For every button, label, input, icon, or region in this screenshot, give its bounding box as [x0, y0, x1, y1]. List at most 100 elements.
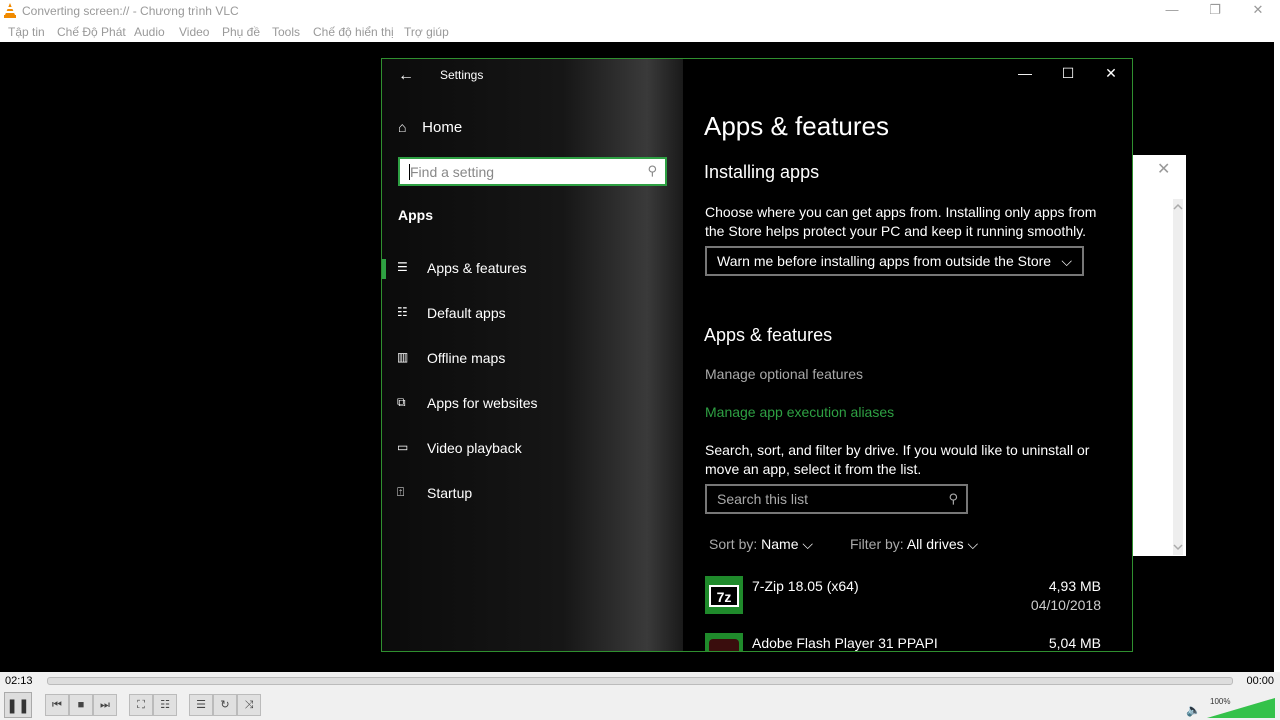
search-icon: ⚲	[948, 491, 958, 506]
settings-content: — ☐ ✕ Apps & features Installing apps Ch…	[683, 59, 1132, 651]
nav-item-default-apps[interactable]: ☷ Default apps	[382, 297, 683, 331]
nav-item-label: Video playback	[427, 440, 522, 456]
vlc-menu-bar: Tập tin Chế Độ Phát Audio Video Phụ đề T…	[0, 22, 1280, 42]
nav-item-offline-maps[interactable]: ▥ Offline maps	[382, 342, 683, 376]
nav-item-label: Apps & features	[427, 260, 527, 276]
nav-group-apps: Apps	[398, 207, 433, 223]
search-icon: ⚲	[647, 163, 657, 178]
previous-button[interactable]: ⏮	[45, 694, 69, 716]
shuffle-button[interactable]: ⤨	[237, 694, 261, 716]
startup-icon: ⍐	[397, 485, 405, 499]
sort-value: Name	[761, 536, 799, 552]
nav-home-label: Home	[422, 119, 463, 136]
video-icon: ▭	[397, 440, 409, 454]
list-icon: ☰	[397, 260, 408, 274]
filter-dropdown[interactable]: Filter by: All drives ⌵	[850, 536, 978, 553]
playlist-button[interactable]: ☰	[189, 694, 213, 716]
installing-apps-description: Choose where you can get apps from. Inst…	[705, 204, 1097, 239]
text-caret	[409, 164, 410, 180]
seek-bar[interactable]	[47, 677, 1233, 685]
menu-help[interactable]: Trợ giúp	[404, 25, 449, 39]
app-size: 4,93 MB	[1048, 578, 1101, 594]
app-size: 5,04 MB	[1048, 635, 1101, 651]
nav-item-label: Startup	[427, 485, 473, 501]
fullscreen-button[interactable]: ⛶	[129, 694, 153, 716]
find-setting-placeholder: Find a setting	[410, 164, 495, 180]
nav-item-startup[interactable]: ⍐ Startup	[382, 477, 683, 511]
list-description: Search, sort, and filter by drive. If yo…	[705, 442, 1090, 477]
manage-app-aliases-link[interactable]: Manage app execution aliases	[705, 404, 894, 420]
close-icon[interactable]: ✕	[1157, 159, 1170, 179]
website-icon: ⧉	[397, 395, 406, 409]
installing-apps-heading: Installing apps	[704, 162, 820, 182]
restore-button[interactable]: ❐	[1193, 0, 1237, 22]
vlc-cone-icon	[4, 3, 16, 18]
menu-tools[interactable]: Tools	[272, 25, 300, 39]
scrollbar[interactable]	[1172, 199, 1184, 555]
filter-value: All drives	[906, 536, 964, 552]
volume-percent: 100%	[1210, 697, 1231, 706]
filter-label: Filter by:	[850, 536, 904, 552]
chevron-down-icon: ⌵	[1061, 253, 1072, 269]
app-name: 7-Zip 18.05 (x64)	[752, 578, 859, 594]
settings-nav: ← Settings ⌂ Home Find a setting ⚲ Apps …	[382, 59, 683, 651]
close-button[interactable]: ✕	[1236, 0, 1280, 22]
app-list-item[interactable]: 7z 7-Zip 18.05 (x64) 4,93 MB 04/10/2018	[705, 576, 1105, 620]
settings-maximize-button[interactable]: ☐	[1053, 65, 1083, 82]
chevron-down-icon: ⌵	[967, 536, 979, 552]
install-source-dropdown[interactable]: Warn me before installing apps from outs…	[705, 246, 1084, 276]
sort-label: Sort by:	[709, 536, 758, 552]
search-list-placeholder: Search this list	[717, 491, 809, 507]
nav-item-video-playback[interactable]: ▭ Video playback	[382, 432, 683, 466]
stop-button[interactable]: ■	[69, 694, 93, 716]
total-time: 00:00	[1246, 675, 1274, 687]
next-button[interactable]: ⏭	[93, 694, 117, 716]
video-edge	[1274, 42, 1280, 672]
nav-item-apps-websites[interactable]: ⧉ Apps for websites	[382, 387, 683, 421]
nav-item-label: Offline maps	[427, 350, 506, 366]
nav-item-label: Apps for websites	[427, 395, 538, 411]
side-panel: ✕	[1133, 155, 1186, 556]
search-list-input[interactable]: Search this list ⚲	[705, 484, 968, 514]
apps-features-heading: Apps & features	[704, 325, 833, 345]
settings-title: Settings	[440, 68, 484, 82]
loop-button[interactable]: ↻	[213, 694, 237, 716]
home-icon: ⌂	[398, 119, 407, 135]
pause-button[interactable]: ❚❚	[4, 692, 32, 718]
back-arrow-icon[interactable]: ←	[398, 67, 418, 85]
manage-optional-features-link[interactable]: Manage optional features	[705, 366, 863, 382]
settings-close-button[interactable]: ✕	[1096, 65, 1126, 82]
sort-dropdown[interactable]: Sort by: Name ⌵	[709, 536, 813, 553]
app-date: 04/10/2018	[1030, 597, 1101, 613]
nav-home[interactable]: ⌂ Home	[398, 119, 462, 136]
install-source-value: Warn me before installing apps from outs…	[717, 253, 1052, 269]
app-list-item[interactable]: Adobe Flash Player 31 PPAPI 5,04 MB	[705, 633, 1105, 651]
page-title: Apps & features	[704, 111, 889, 141]
7zip-logo-icon: 7z	[705, 576, 743, 614]
minimize-button[interactable]: —	[1150, 0, 1194, 22]
flash-logo-icon	[705, 633, 743, 651]
chevron-down-icon: ⌵	[802, 536, 814, 552]
menu-playback[interactable]: Chế Độ Phát	[57, 25, 126, 39]
map-icon: ▥	[397, 350, 409, 364]
find-setting-input[interactable]: Find a setting ⚲	[398, 157, 667, 186]
settings-window: ← Settings ⌂ Home Find a setting ⚲ Apps …	[381, 58, 1133, 652]
speaker-icon[interactable]: 🔈	[1186, 703, 1201, 717]
selected-indicator	[382, 259, 386, 279]
window-title: Converting screen:// - Chương trình VLC	[22, 4, 239, 18]
extended-settings-button[interactable]: ☷	[153, 694, 177, 716]
elapsed-time: 02:13	[5, 675, 33, 687]
menu-audio[interactable]: Audio	[134, 25, 165, 39]
app-name: Adobe Flash Player 31 PPAPI	[752, 635, 938, 651]
menu-file[interactable]: Tập tin	[8, 25, 45, 39]
settings-minimize-button[interactable]: —	[1010, 65, 1040, 81]
7zip-logo-text: 7z	[709, 585, 739, 607]
nav-item-apps-features[interactable]: ☰ Apps & features	[382, 252, 683, 286]
nav-item-label: Default apps	[427, 305, 506, 321]
vlc-title-bar: Converting screen:// - Chương trình VLC …	[0, 0, 1280, 22]
menu-view[interactable]: Chế độ hiển thị	[313, 25, 394, 39]
menu-subtitle[interactable]: Phụ đề	[222, 25, 260, 39]
menu-video[interactable]: Video	[179, 25, 209, 39]
vlc-controls: 02:13 00:00 ❚❚ ⏮ ■ ⏭ ⛶ ☷ ☰ ↻ ⤨ 🔈 100%	[0, 672, 1280, 720]
default-apps-icon: ☷	[397, 305, 408, 319]
